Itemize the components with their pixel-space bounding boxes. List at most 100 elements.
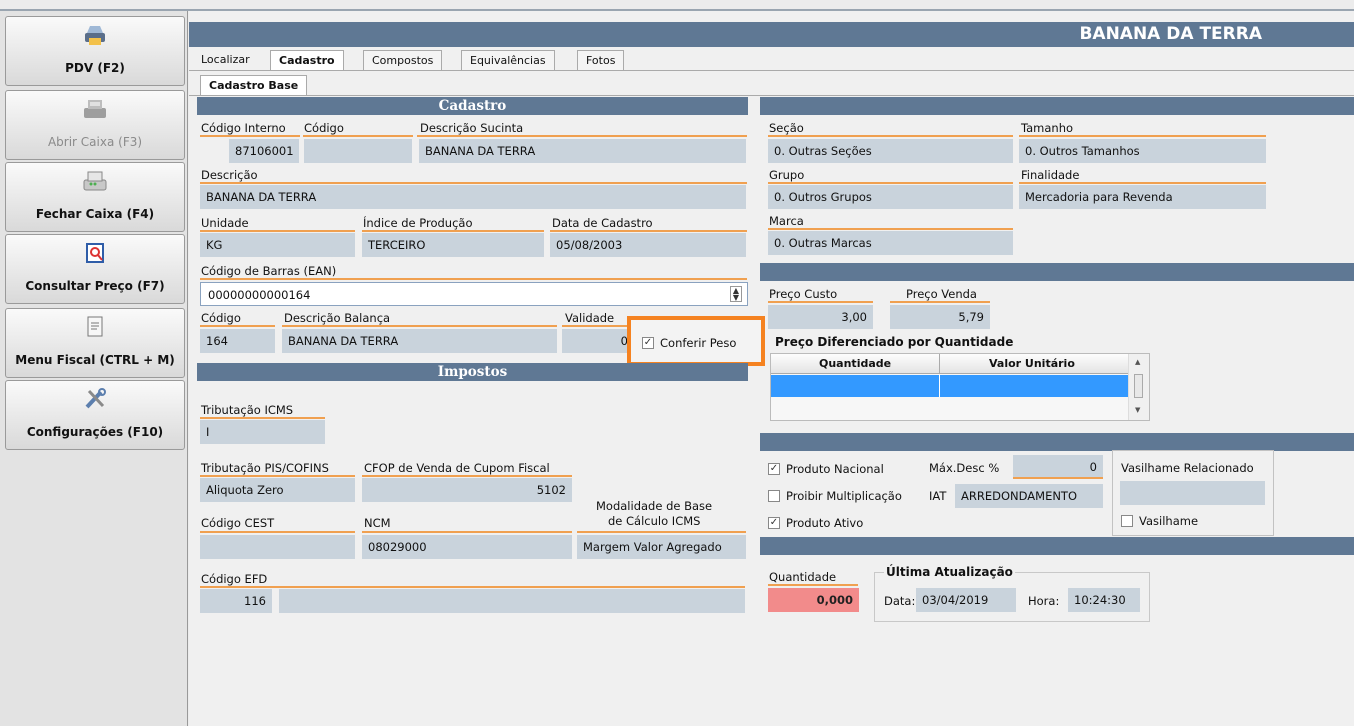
vasilhame-group: Vasilhame Relacionado Vasilhame <box>1112 450 1274 536</box>
iat-field[interactable]: ARREDONDAMENTO <box>955 484 1103 508</box>
preco-custo-field[interactable]: 3,00 <box>768 305 873 329</box>
spin-up-down-icon[interactable]: ▲ ▼ <box>730 286 742 302</box>
codigo-balanca-field[interactable]: 164 <box>200 329 275 353</box>
produto-nacional-check-mark: ✓ <box>768 463 780 475</box>
title-bar: BANANA DA TERRA <box>189 22 1354 47</box>
produto-ativo-check-mark: ✓ <box>768 517 780 529</box>
tab-cadastro-base[interactable]: Cadastro Base <box>200 75 308 95</box>
tamanho-label: Tamanho <box>1021 121 1074 135</box>
scroll-thumb[interactable] <box>1134 374 1143 398</box>
indice-producao-field[interactable]: TERCEIRO <box>362 233 544 257</box>
tributacao-pis-field[interactable]: Aliquota Zero <box>200 478 355 502</box>
tab-equivalencias[interactable]: Equivalências <box>461 50 555 70</box>
grid-selected-row[interactable] <box>771 375 1128 397</box>
data-cadastro-field[interactable]: 05/08/2003 <box>550 233 746 257</box>
conferir-peso-check-mark: ✓ <box>642 337 654 349</box>
grid-col-valor[interactable]: Valor Unitário <box>989 357 1075 370</box>
ncm-label: NCM <box>364 516 391 530</box>
cfop-underline <box>362 475 572 477</box>
tab-fotos[interactable]: Fotos <box>577 50 625 70</box>
finalidade-underline <box>1019 182 1266 184</box>
hora-label: Hora: <box>1028 594 1060 608</box>
descricao-field[interactable]: BANANA DA TERRA <box>200 185 746 209</box>
cfop-label: CFOP de Venda de Cupom Fiscal <box>364 461 550 475</box>
consultar-preco-button[interactable]: Consultar Preço (F7) <box>5 234 185 304</box>
codigo-interno-field[interactable]: 87106001 <box>229 139 299 163</box>
codigo-barras-label: Código de Barras (EAN) <box>201 264 337 278</box>
impostos-section-header: Impostos <box>197 363 748 381</box>
grid-scrollbar[interactable]: ▲ ▼ <box>1128 354 1149 420</box>
tabs-divider <box>189 70 1354 71</box>
descricao-sucinta-underline <box>417 135 747 137</box>
ncm-underline <box>362 531 572 533</box>
produto-nacional-checkbox[interactable]: ✓ Produto Nacional <box>768 462 884 476</box>
descricao-sucinta-field[interactable]: BANANA DA TERRA <box>419 139 746 163</box>
scroll-up-icon[interactable]: ▲ <box>1135 358 1140 366</box>
tributacao-icms-field[interactable]: I <box>200 420 325 444</box>
efd-description-field[interactable] <box>279 589 745 613</box>
abrir-caixa-button[interactable]: Abrir Caixa (F3) <box>5 90 185 160</box>
preco-venda-label: Preço Venda <box>906 287 977 301</box>
preco-venda-field[interactable]: 5,79 <box>890 305 990 329</box>
efd-field[interactable]: 116 <box>200 589 272 613</box>
vasilhame-relacionado-field[interactable] <box>1120 481 1265 505</box>
indice-underline <box>362 230 544 232</box>
codigo-label: Código <box>304 121 344 135</box>
conferir-peso-checkbox[interactable]: ✓ Conferir Peso <box>642 336 736 350</box>
tamanho-field[interactable]: 0. Outros Tamanhos <box>1019 139 1266 163</box>
cash-register-icon <box>84 100 106 118</box>
quantidade-label: Quantidade <box>769 570 837 584</box>
produto-ativo-label: Produto Ativo <box>786 516 864 530</box>
right-top-bar <box>760 97 1354 115</box>
ultima-data-field[interactable]: 03/04/2019 <box>916 588 1016 612</box>
marca-field[interactable]: 0. Outras Marcas <box>768 231 1013 255</box>
codigo-field[interactable] <box>304 139 412 163</box>
abrir-caixa-button-label: Abrir Caixa (F3) <box>47 135 143 149</box>
vasilhame-check-mark <box>1121 515 1133 527</box>
marca-underline <box>768 228 1013 230</box>
grupo-field[interactable]: 0. Outros Grupos <box>768 185 1013 209</box>
scroll-down-icon[interactable]: ▼ <box>1135 406 1140 414</box>
tab-compostos[interactable]: Compostos <box>363 50 443 70</box>
preco-custo-label: Preço Custo <box>769 287 838 301</box>
descricao-balanca-field[interactable]: BANANA DA TERRA <box>282 329 557 353</box>
grid-row-divider <box>939 375 940 397</box>
ultima-hora-field[interactable]: 10:24:30 <box>1068 588 1140 612</box>
proibir-multiplicacao-checkbox[interactable]: Proibir Multiplicação <box>768 489 902 503</box>
configuracoes-button[interactable]: Configurações (F10) <box>5 380 185 450</box>
ncm-field[interactable]: 08029000 <box>362 535 572 559</box>
unidade-field[interactable]: KG <box>200 233 355 257</box>
cest-underline <box>200 531 355 533</box>
secao-field[interactable]: 0. Outras Seções <box>768 139 1013 163</box>
modalidade-label-line2: de Cálculo ICMS <box>608 514 701 528</box>
grupo-label: Grupo <box>769 168 805 182</box>
grupo-underline <box>768 182 1013 184</box>
pdv-button-label: PDV (F2) <box>65 61 125 75</box>
max-desc-field[interactable]: 0 <box>1013 455 1103 479</box>
tab-localizar[interactable]: Localizar <box>193 50 258 70</box>
cest-field[interactable] <box>200 535 355 559</box>
finalidade-field[interactable]: Mercadoria para Revenda <box>1019 185 1266 209</box>
validade-underline <box>562 325 632 327</box>
validade-field[interactable]: 0 <box>562 329 634 353</box>
quantidade-underline <box>768 584 858 586</box>
cfop-field[interactable]: 5102 <box>362 478 572 502</box>
preco-diferenciado-grid[interactable]: Quantidade Valor Unitário ▲ ▼ <box>770 353 1150 421</box>
preco-diferenciado-title: Preço Diferenciado por Quantidade <box>775 335 1014 349</box>
produto-ativo-checkbox[interactable]: ✓ Produto Ativo <box>768 516 863 530</box>
vasilhame-checkbox[interactable]: Vasilhame <box>1121 514 1198 528</box>
codigo-barras-input[interactable]: 00000000000164 ▲ ▼ <box>200 282 748 306</box>
descricao-balanca-underline <box>282 325 557 327</box>
flags-bar <box>760 433 1354 451</box>
quantidade-field[interactable]: 0,000 <box>768 588 859 612</box>
grid-col-quantidade[interactable]: Quantidade <box>819 357 891 370</box>
tab-cadastro[interactable]: Cadastro <box>270 50 344 70</box>
descricao-sucinta-label: Descrição Sucinta <box>420 121 524 135</box>
codigo-barras-underline <box>200 278 747 280</box>
fechar-caixa-button[interactable]: Fechar Caixa (F4) <box>5 162 185 232</box>
modalidade-field[interactable]: Margem Valor Agregado <box>577 535 746 559</box>
pdv-button[interactable]: PDV (F2) <box>5 16 185 86</box>
modalidade-label-line1: Modalidade de Base <box>596 499 713 513</box>
validade-label: Validade <box>565 311 615 325</box>
menu-fiscal-button[interactable]: Menu Fiscal (CTRL + M) <box>5 308 185 378</box>
